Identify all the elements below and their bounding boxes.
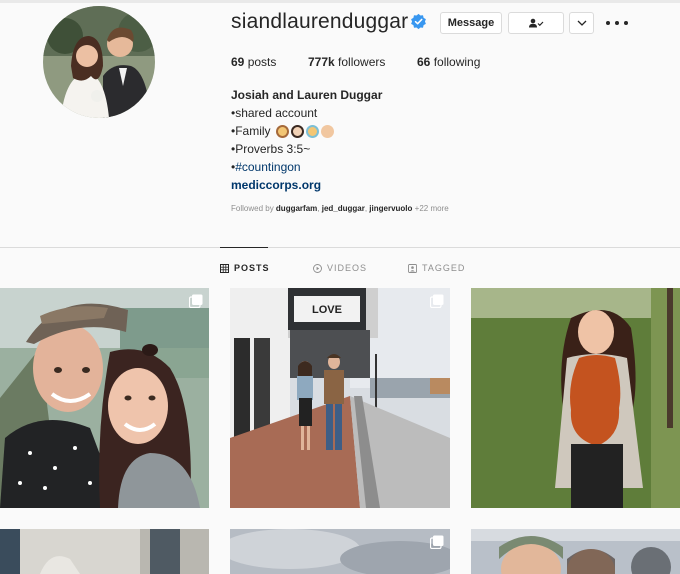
post-image: LOVE bbox=[230, 288, 450, 508]
post-image bbox=[471, 529, 680, 574]
following-stat[interactable]: 66 following bbox=[417, 55, 480, 69]
verified-badge-icon bbox=[411, 13, 426, 30]
avatar[interactable] bbox=[43, 6, 155, 118]
hashtag-link[interactable]: #countingon bbox=[235, 160, 300, 174]
post-tile-interior[interactable] bbox=[0, 529, 209, 574]
post-image bbox=[230, 529, 450, 574]
post-tile-pregnant-outdoors[interactable] bbox=[471, 288, 680, 508]
post-tile-couple-street[interactable]: LOVE bbox=[230, 288, 450, 508]
bio-line-family: •Family bbox=[231, 122, 382, 140]
video-play-icon bbox=[313, 263, 322, 273]
tab-tagged-label: TAGGED bbox=[422, 263, 466, 273]
message-button[interactable]: Message bbox=[440, 12, 502, 34]
bio: Josiah and Lauren Duggar •shared account… bbox=[231, 86, 382, 194]
post-tile-selfie-couple[interactable] bbox=[0, 288, 209, 508]
window-top-border bbox=[0, 0, 680, 3]
tagged-person-icon bbox=[408, 263, 417, 273]
following-label: following bbox=[433, 55, 481, 69]
post-image bbox=[0, 529, 209, 574]
person-check-icon bbox=[529, 18, 544, 28]
bio-line: •Proverbs 3:5~ bbox=[231, 142, 311, 156]
post-image bbox=[0, 288, 209, 508]
followed-by[interactable]: Followed by duggarfam, jed_duggar, jinge… bbox=[231, 204, 449, 213]
tab-videos[interactable]: VIDEOS bbox=[313, 263, 367, 273]
followers-label: followers bbox=[338, 55, 386, 69]
tab-videos-label: VIDEOS bbox=[327, 263, 368, 273]
post-image bbox=[471, 288, 680, 508]
followers-count: 777k bbox=[308, 55, 335, 69]
tab-tagged[interactable]: TAGGED bbox=[408, 263, 465, 273]
tab-posts[interactable]: POSTS bbox=[220, 263, 270, 273]
following-button[interactable] bbox=[508, 12, 564, 34]
family-emojis bbox=[275, 125, 334, 138]
follower-user: duggarfam bbox=[275, 204, 318, 213]
full-name: Josiah and Lauren Duggar bbox=[231, 88, 383, 102]
posts-count: 69 bbox=[231, 55, 245, 69]
active-tab-indicator bbox=[220, 247, 268, 248]
tab-posts-label: POSTS bbox=[234, 263, 270, 273]
followed-by-more: +22 more bbox=[414, 204, 449, 213]
follower-user: jed_duggar bbox=[321, 204, 365, 213]
followers-stat[interactable]: 777k followers bbox=[308, 55, 385, 69]
baby-emoji bbox=[320, 125, 334, 138]
multiple-posts-icon bbox=[430, 535, 444, 549]
bio-line: •shared account bbox=[231, 106, 318, 120]
following-count: 66 bbox=[417, 55, 431, 69]
username: siandlaurenduggar bbox=[231, 10, 409, 33]
followed-by-prefix: Followed by bbox=[231, 204, 274, 213]
bio-hashtag-line: •#countingon bbox=[231, 158, 382, 176]
suggested-chevron-button[interactable] bbox=[569, 12, 594, 34]
bio-line: •Family bbox=[231, 124, 271, 138]
woman-emoji bbox=[290, 125, 304, 138]
multiple-posts-icon bbox=[430, 294, 444, 308]
profile-photo bbox=[43, 6, 155, 118]
man-emoji bbox=[275, 125, 289, 138]
chevron-down-icon bbox=[577, 20, 586, 26]
man-emoji bbox=[305, 125, 319, 138]
posts-label: posts bbox=[247, 55, 277, 69]
posts-stat: 69 posts bbox=[231, 55, 276, 69]
more-dots-icon[interactable] bbox=[606, 14, 628, 32]
post-tile-sky[interactable] bbox=[230, 529, 450, 574]
post-tile-group[interactable] bbox=[471, 529, 680, 574]
website-link[interactable]: mediccorps.org bbox=[231, 176, 382, 194]
grid-icon bbox=[220, 263, 229, 273]
marquee-text: LOVE bbox=[312, 304, 342, 316]
multiple-posts-icon bbox=[189, 294, 203, 308]
follower-user: jingervuolo bbox=[369, 204, 413, 213]
tabs-divider bbox=[0, 247, 680, 248]
